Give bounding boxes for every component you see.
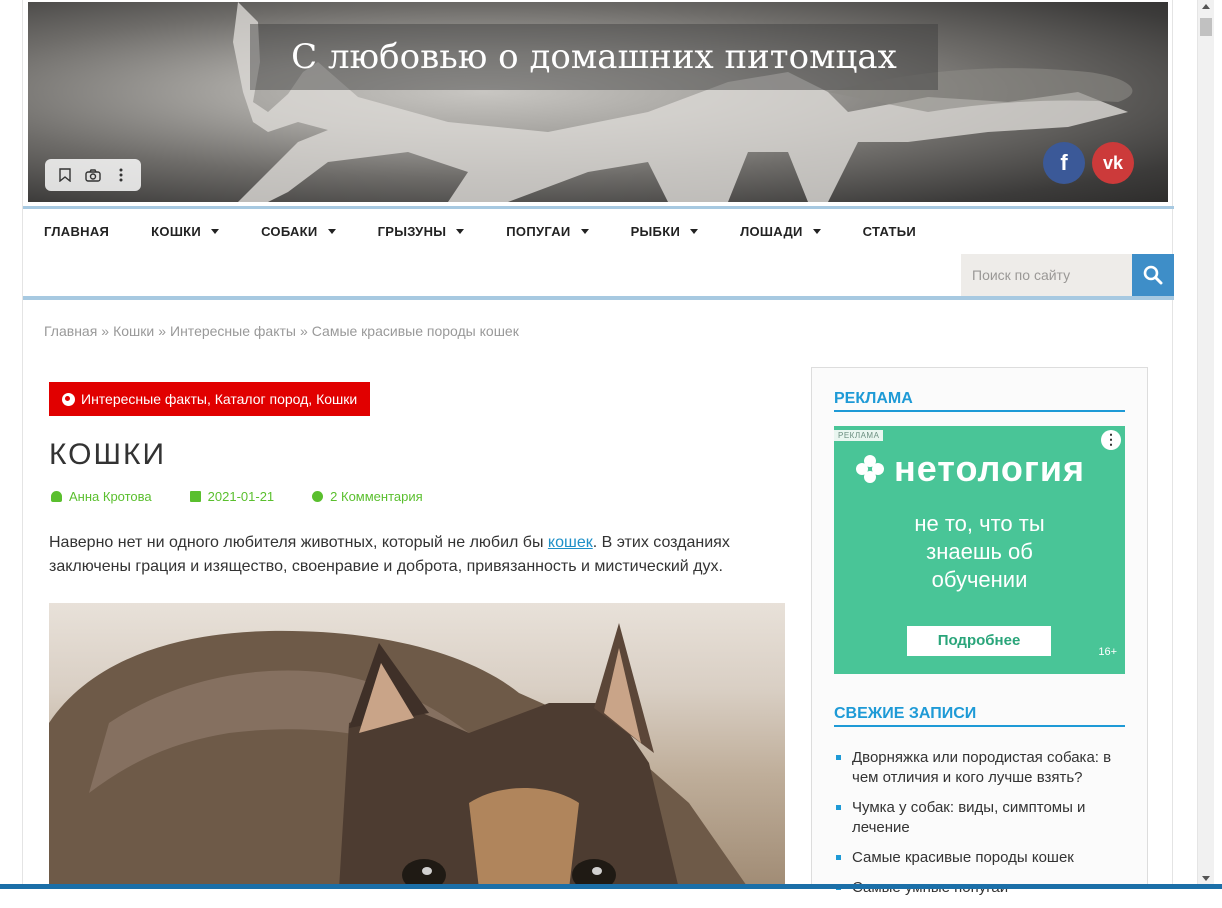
ad-label: РЕКЛАМА xyxy=(834,430,884,441)
nav-bottom-rule xyxy=(23,296,1174,300)
recent-widget-title: СВЕЖИЕ ЗАПИСИ xyxy=(834,705,1125,727)
ad-menu-icon[interactable]: ⋮ xyxy=(1101,430,1121,450)
comments-icon xyxy=(312,491,324,502)
search-button[interactable] xyxy=(1132,254,1174,296)
post-lead: Наверно нет ни одного любителя животных,… xyxy=(49,534,730,575)
ad-cta-button[interactable]: Подробнее xyxy=(907,626,1051,656)
chevron-down-icon xyxy=(580,228,589,234)
breadcrumb-link[interactable]: Интересные факты xyxy=(170,323,296,339)
breadcrumb-separator: » xyxy=(158,323,167,339)
age-rating: 16+ xyxy=(1098,646,1117,658)
breadcrumb-current: Самые красивые породы кошек xyxy=(311,323,519,339)
netology-logo-icon xyxy=(856,455,884,483)
post-author[interactable]: Анна Кротова xyxy=(51,489,152,504)
ad-widget-title: РЕКЛАМА xyxy=(834,390,1125,412)
breadcrumb-separator: » xyxy=(299,323,308,339)
nav-item-dogs[interactable]: СОБАКИ xyxy=(261,224,336,239)
post-meta: Анна Кротова 2021-01-21 2 Комментария xyxy=(51,489,423,504)
user-icon xyxy=(51,491,62,502)
nav-item-home[interactable]: ГЛАВНАЯ xyxy=(44,224,109,239)
taskbar-edge xyxy=(0,884,1222,889)
cat-image xyxy=(49,623,749,889)
breadcrumb-link[interactable]: Главная xyxy=(44,323,97,339)
breadcrumb-link[interactable]: Кошки xyxy=(113,323,154,339)
post-comments[interactable]: 2 Комментария xyxy=(312,489,423,504)
recent-post-link[interactable]: Дворняжка или породистая собака: в чем о… xyxy=(834,748,1134,788)
ad-brand: нетология xyxy=(856,448,1085,490)
chevron-down-icon xyxy=(456,228,465,234)
search-input[interactable] xyxy=(961,254,1132,296)
vk-icon[interactable]: vk xyxy=(1092,142,1134,184)
site-title[interactable]: С любовью о домашних питомцах xyxy=(250,24,938,90)
scroll-up-icon[interactable] xyxy=(1202,4,1210,9)
ad-banner[interactable]: РЕКЛАМА ⋮ нетология не то, что ты знаешь… xyxy=(834,426,1125,674)
chevron-down-icon xyxy=(812,228,821,234)
header-banner: С любовью о домашних питомцах f vk xyxy=(28,2,1168,202)
cats-link[interactable]: кошек xyxy=(548,534,593,551)
camera-icon[interactable] xyxy=(82,164,104,186)
image-toolbar xyxy=(45,159,141,191)
nav-item-cats[interactable]: КОШКИ xyxy=(151,224,220,239)
nav-item-fish[interactable]: РЫБКИ xyxy=(631,224,699,239)
nav-item-rodents[interactable]: ГРЫЗУНЫ xyxy=(378,224,465,239)
cat-photo xyxy=(49,603,785,889)
chevron-down-icon xyxy=(211,228,220,234)
chevron-down-icon xyxy=(690,228,699,234)
scroll-thumb[interactable] xyxy=(1200,18,1212,36)
facebook-icon[interactable]: f xyxy=(1043,142,1085,184)
calendar-icon xyxy=(189,491,201,502)
category-badge[interactable]: Интересные факты, Каталог пород, Кошки xyxy=(49,382,371,416)
nav-item-articles[interactable]: СТАТЬИ xyxy=(863,224,916,239)
ad-text: не то, что ты знаешь об обучении xyxy=(914,511,1045,592)
bookmark-icon[interactable] xyxy=(54,164,76,186)
breadcrumb: Главная» Кошки» Интересные факты» Самые кра… xyxy=(44,323,519,339)
category-links[interactable]: Интересные факты, Каталог пород, Кошки xyxy=(81,382,357,416)
post-title: КОШКИ xyxy=(49,438,167,471)
sidebar: РЕКЛАМА РЕКЛАМА ⋮ нетология не то, что т… xyxy=(811,367,1148,896)
recent-post-link[interactable]: Чумка у собак: виды, симптомы и лечение xyxy=(834,798,1134,838)
breadcrumb-separator: » xyxy=(101,323,110,339)
globe-icon xyxy=(62,392,75,406)
nav-item-horses[interactable]: ЛОШАДИ xyxy=(740,224,821,239)
nav-item-parrots[interactable]: ПОПУГАИ xyxy=(506,224,589,239)
main-nav: ГЛАВНАЯ КОШКИ СОБАКИ ГРЫЗУНЫ ПОПУГАИ РЫБ… xyxy=(23,209,1174,253)
search-icon xyxy=(1143,265,1163,285)
scroll-down-icon[interactable] xyxy=(1202,876,1210,881)
chevron-down-icon xyxy=(327,228,336,234)
page: С любовью о домашних питомцах f vk ГЛАВН… xyxy=(22,0,1174,896)
post-date: 2021-01-21 xyxy=(189,489,274,504)
recent-post-link[interactable]: Самые красивые породы кошек xyxy=(834,848,1134,868)
scrollbar[interactable] xyxy=(1197,0,1214,889)
more-options-icon[interactable] xyxy=(110,164,132,186)
